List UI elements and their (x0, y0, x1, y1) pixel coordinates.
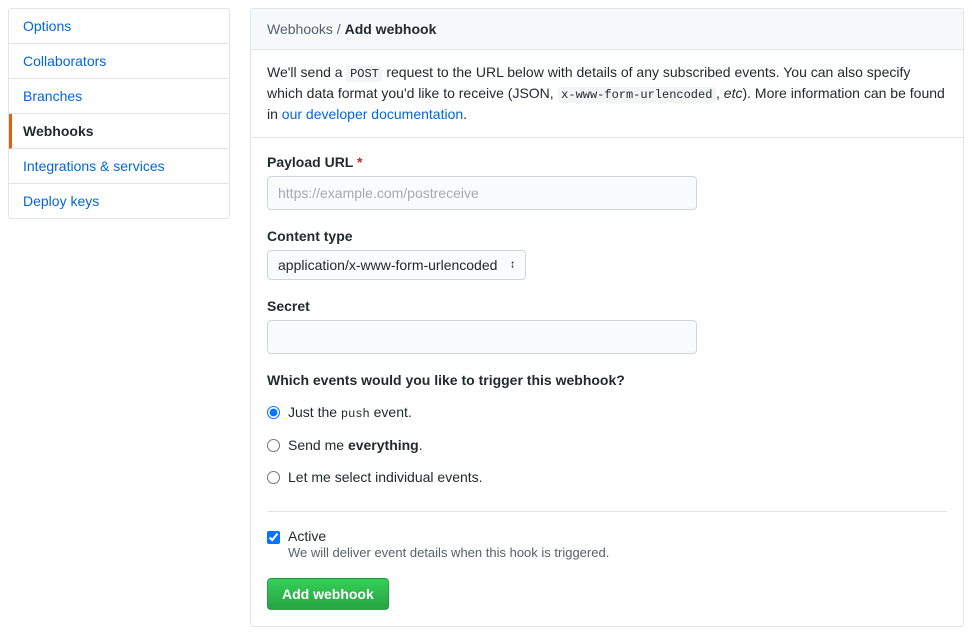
active-group: Active We will deliver event details whe… (267, 528, 947, 560)
radio-individual-input[interactable] (267, 471, 280, 484)
content-type-select[interactable]: application/x-www-form-urlencoded ↕ (267, 250, 526, 280)
radio-just-push-input[interactable] (267, 406, 280, 419)
sidebar-item-collaborators[interactable]: Collaborators (9, 44, 229, 79)
secret-group: Secret (267, 298, 947, 354)
developer-docs-link[interactable]: our developer documentation (282, 106, 463, 122)
add-webhook-button[interactable]: Add webhook (267, 578, 389, 610)
content-type-label: Content type (267, 228, 947, 244)
radio-just-push[interactable]: Just the push event. (267, 396, 947, 429)
sidebar-item-webhooks[interactable]: Webhooks (9, 114, 229, 149)
secret-label: Secret (267, 298, 947, 314)
chevron-updown-icon: ↕ (510, 260, 516, 271)
sidebar-item-deploy-keys[interactable]: Deploy keys (9, 184, 229, 218)
active-checkbox[interactable] (267, 531, 280, 544)
radio-everything[interactable]: Send me everything. (267, 429, 947, 461)
events-label: Which events would you like to trigger t… (267, 372, 947, 388)
settings-sidebar: Options Collaborators Branches Webhooks … (8, 8, 230, 627)
payload-url-group: Payload URL * (267, 154, 947, 210)
breadcrumb: Webhooks / Add webhook (251, 9, 963, 50)
breadcrumb-separator: / (333, 21, 345, 37)
main-content: Webhooks / Add webhook We'll send a POST… (250, 8, 964, 627)
active-description: We will deliver event details when this … (288, 545, 609, 560)
radio-individual[interactable]: Let me select individual events. (267, 461, 947, 493)
sidebar-item-branches[interactable]: Branches (9, 79, 229, 114)
secret-input[interactable] (267, 320, 697, 354)
panel-description: We'll send a POST request to the URL bel… (251, 50, 963, 138)
radio-everything-input[interactable] (267, 439, 280, 452)
divider (267, 511, 947, 512)
payload-url-input[interactable] (267, 176, 697, 210)
content-type-value: application/x-www-form-urlencoded (278, 257, 497, 273)
content-type-group: Content type application/x-www-form-urle… (267, 228, 947, 280)
breadcrumb-current: Add webhook (345, 21, 437, 37)
breadcrumb-parent: Webhooks (267, 21, 333, 37)
events-group: Which events would you like to trigger t… (267, 372, 947, 493)
code-post: POST (346, 66, 382, 82)
sidebar-nav: Options Collaborators Branches Webhooks … (8, 8, 230, 219)
sidebar-item-options[interactable]: Options (9, 9, 229, 44)
sidebar-item-integrations[interactable]: Integrations & services (9, 149, 229, 184)
form-body: Payload URL * Content type application/x… (251, 138, 963, 626)
required-indicator: * (357, 154, 362, 170)
webhook-panel: Webhooks / Add webhook We'll send a POST… (250, 8, 964, 627)
code-urlencoded: x-www-form-urlencoded (558, 87, 716, 103)
payload-url-label: Payload URL * (267, 154, 947, 170)
active-label: Active (288, 528, 609, 544)
